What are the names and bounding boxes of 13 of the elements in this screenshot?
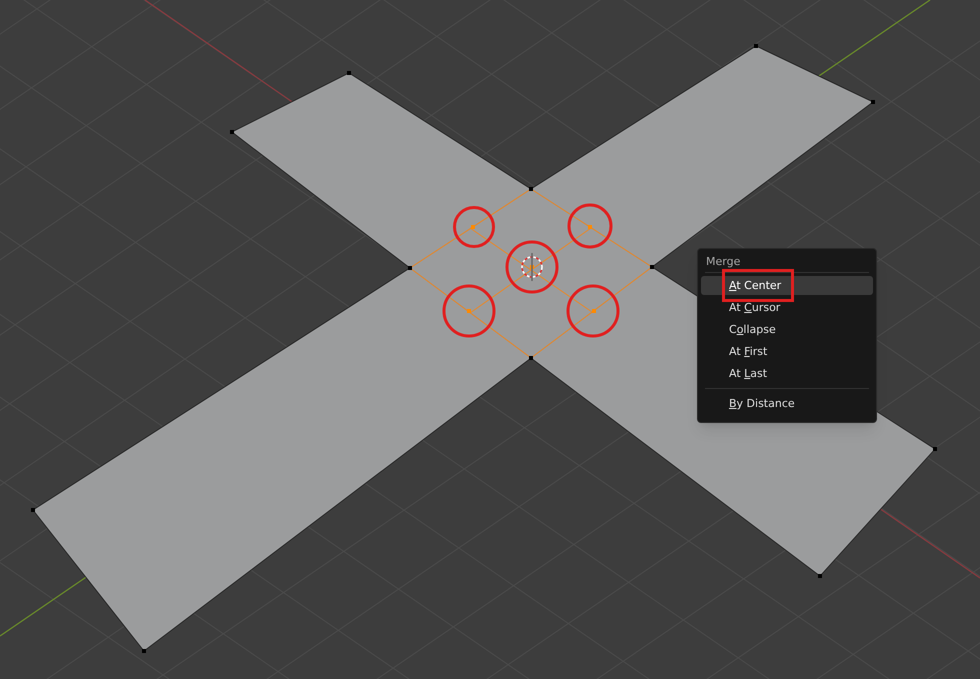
- annotation-circle: [566, 284, 620, 338]
- annotation-circle: [506, 240, 558, 294]
- menu-item[interactable]: By Distance: [701, 394, 873, 413]
- menu-item[interactable]: At First: [701, 342, 873, 361]
- menu-item[interactable]: At Cursor: [701, 298, 873, 317]
- menu-item[interactable]: At Center: [701, 276, 873, 295]
- 3d-cursor-icon: [521, 253, 543, 281]
- annotation-circle: [442, 284, 496, 338]
- menu-item[interactable]: At Last: [701, 364, 873, 383]
- menu-item[interactable]: Collapse: [701, 320, 873, 339]
- annotation-circle: [453, 206, 495, 248]
- menu-title: Merge: [705, 254, 742, 270]
- annotation-circle: [568, 204, 612, 248]
